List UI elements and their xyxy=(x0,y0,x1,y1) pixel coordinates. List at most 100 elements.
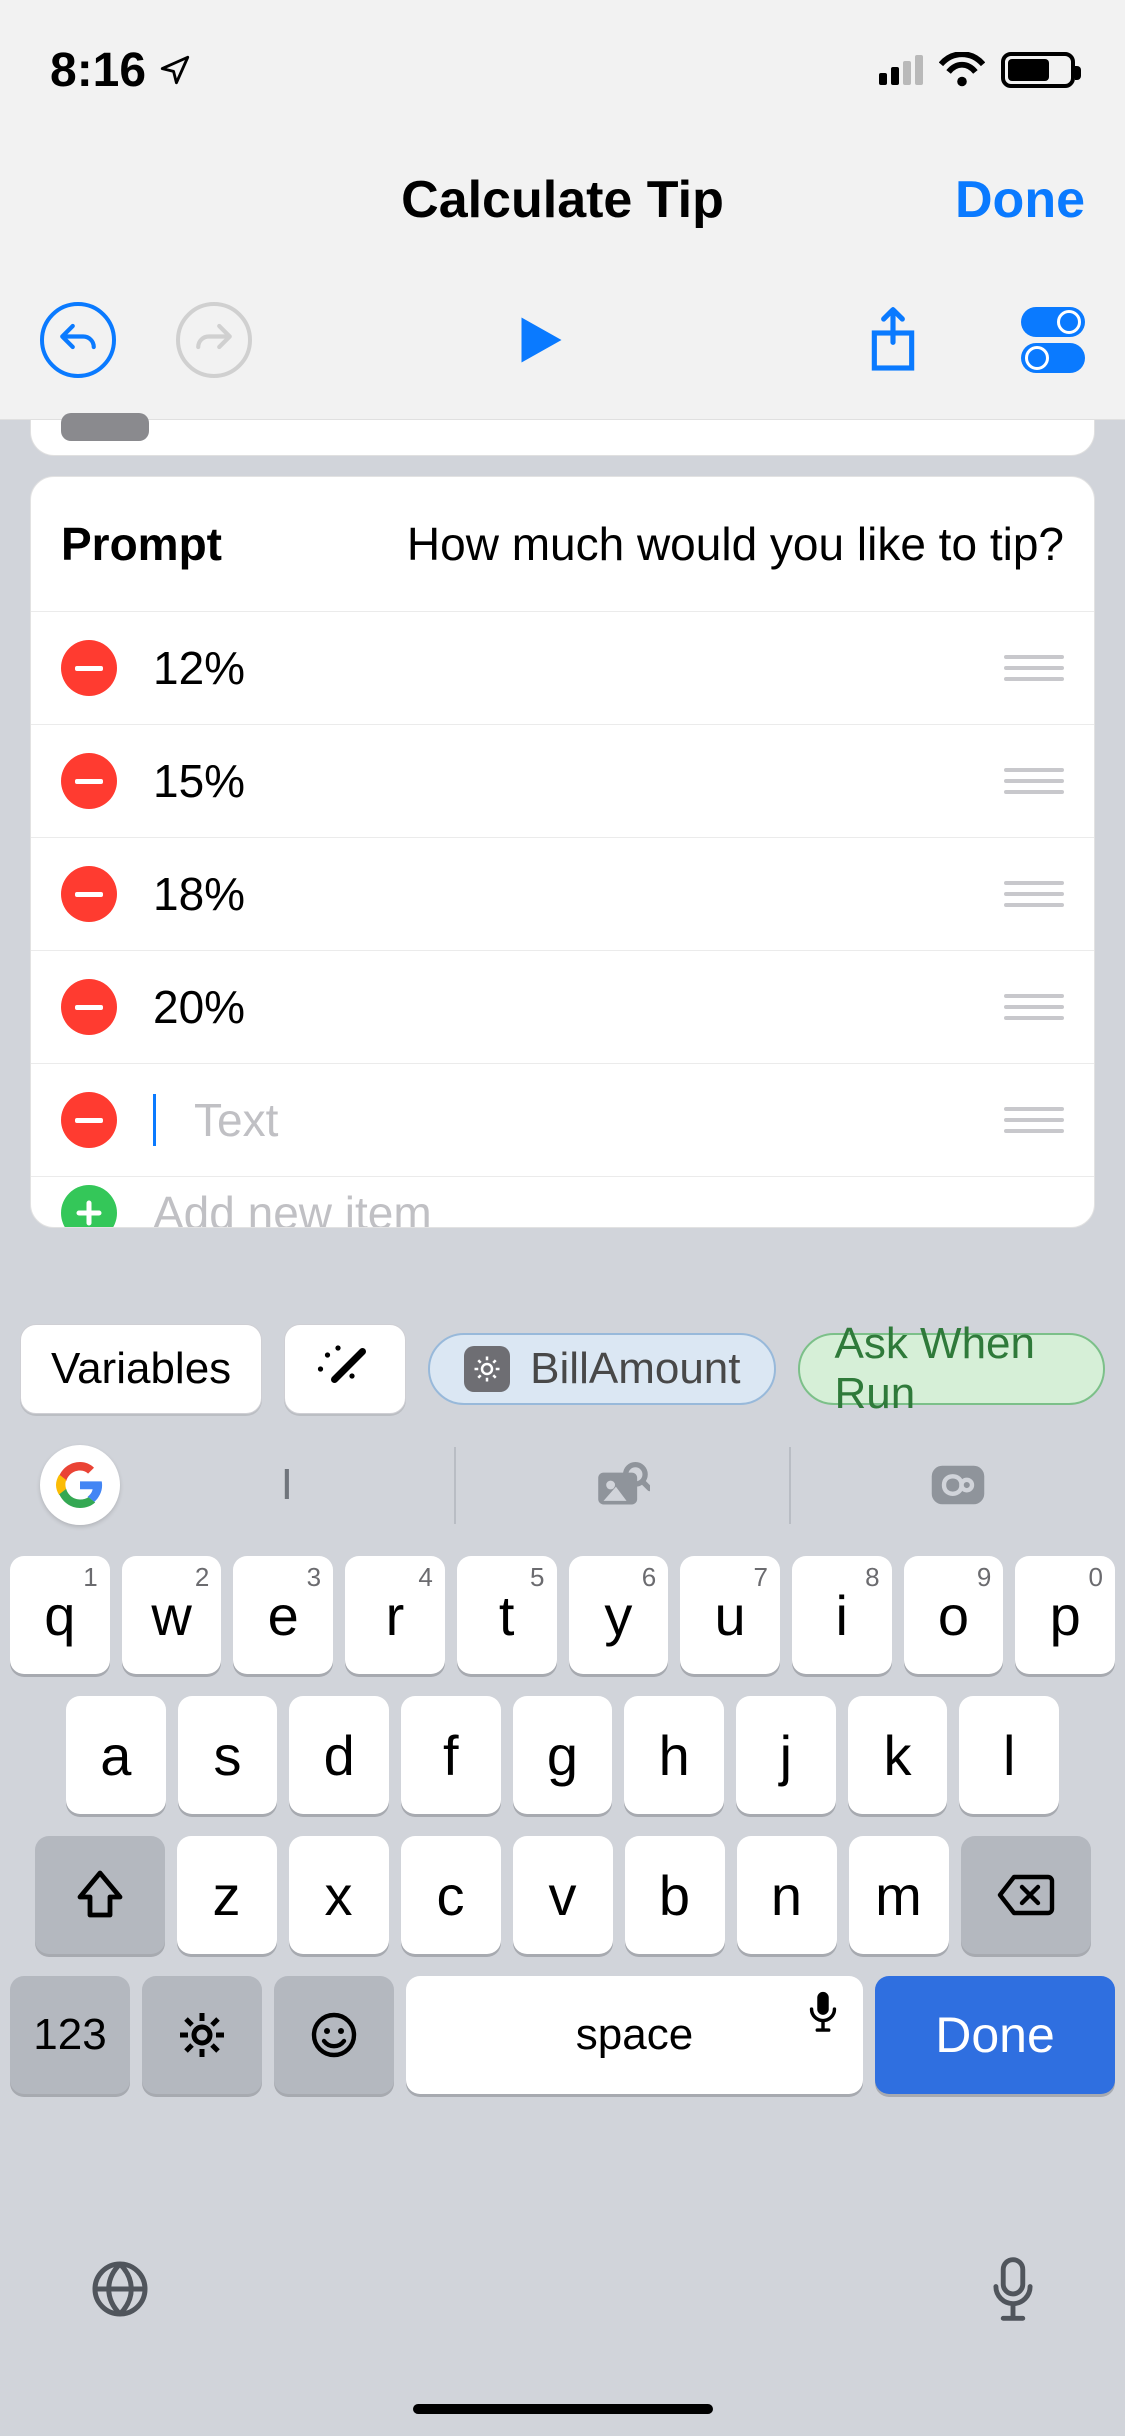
cell-signal-icon xyxy=(879,55,923,85)
toolbar xyxy=(0,260,1125,420)
drag-handle-icon[interactable] xyxy=(1004,994,1064,1020)
settings-button[interactable] xyxy=(1021,307,1085,373)
key-i[interactable]: i8 xyxy=(792,1556,892,1674)
run-button[interactable] xyxy=(509,306,569,374)
dictation-key[interactable] xyxy=(991,2257,1035,2326)
key-a[interactable]: a xyxy=(66,1696,166,1814)
key-o[interactable]: o9 xyxy=(904,1556,1004,1674)
variables-button[interactable]: Variables xyxy=(20,1324,262,1414)
key-g[interactable]: g xyxy=(513,1696,613,1814)
keyboard-settings-key[interactable] xyxy=(142,1976,262,2094)
globe-icon xyxy=(90,2259,150,2319)
delete-button[interactable] xyxy=(61,640,117,696)
image-search-icon xyxy=(596,1462,650,1508)
mic-icon xyxy=(991,2257,1035,2321)
gear-icon xyxy=(464,1346,510,1392)
backspace-icon xyxy=(996,1873,1056,1917)
list-item: 18% xyxy=(31,838,1094,951)
location-icon xyxy=(158,53,192,87)
suggestion-3-gif[interactable] xyxy=(789,1447,1125,1524)
delete-button[interactable] xyxy=(61,979,117,1035)
item-label[interactable]: 20% xyxy=(153,980,245,1034)
keyboard-suggestion-row: I xyxy=(0,1430,1125,1540)
drag-handle-icon[interactable] xyxy=(1004,1107,1064,1133)
item-label[interactable]: 15% xyxy=(153,754,245,808)
new-item-input[interactable] xyxy=(194,1093,968,1147)
list-item-editing xyxy=(31,1064,1094,1177)
home-indicator[interactable] xyxy=(413,2404,713,2414)
drag-handle-icon[interactable] xyxy=(1004,655,1064,681)
key-n[interactable]: n xyxy=(737,1836,837,1954)
status-bar: 8:16 xyxy=(0,0,1125,140)
wifi-icon xyxy=(939,52,985,88)
key-b[interactable]: b xyxy=(625,1836,725,1954)
key-p[interactable]: p0 xyxy=(1015,1556,1115,1674)
add-icon xyxy=(61,1185,117,1227)
gear-icon xyxy=(178,2011,226,2059)
nav-header: Calculate Tip Done xyxy=(0,140,1125,260)
key-u[interactable]: u7 xyxy=(680,1556,780,1674)
shift-key[interactable] xyxy=(35,1836,165,1954)
gif-icon xyxy=(929,1464,987,1506)
key-l[interactable]: l xyxy=(959,1696,1059,1814)
key-e[interactable]: e3 xyxy=(233,1556,333,1674)
list-item: 20% xyxy=(31,951,1094,1064)
key-h[interactable]: h xyxy=(624,1696,724,1814)
suggestion-1[interactable]: I xyxy=(120,1447,454,1524)
wand-icon xyxy=(317,1344,373,1394)
key-c[interactable]: c xyxy=(401,1836,501,1954)
drag-handle-icon[interactable] xyxy=(1004,768,1064,794)
key-f[interactable]: f xyxy=(401,1696,501,1814)
prompt-row[interactable]: Prompt How much would you like to tip? xyxy=(31,477,1094,612)
emoji-key[interactable] xyxy=(274,1976,394,2094)
action-icon xyxy=(61,413,149,441)
emoji-icon xyxy=(310,2011,358,2059)
key-j[interactable]: j xyxy=(736,1696,836,1814)
list-item: 15% xyxy=(31,725,1094,838)
suggestion-2-image-search[interactable] xyxy=(454,1447,790,1524)
previous-action-fragment xyxy=(30,420,1095,456)
content-area: Prompt How much would you like to tip? 1… xyxy=(0,420,1125,1308)
key-y[interactable]: y6 xyxy=(569,1556,669,1674)
drag-handle-icon[interactable] xyxy=(1004,881,1064,907)
share-button[interactable] xyxy=(865,304,921,376)
space-label: space xyxy=(576,2010,693,2060)
key-w[interactable]: w2 xyxy=(122,1556,222,1674)
key-m[interactable]: m xyxy=(849,1836,949,1954)
redo-button[interactable] xyxy=(176,302,252,378)
key-k[interactable]: k xyxy=(848,1696,948,1814)
battery-icon xyxy=(1001,52,1075,88)
key-v[interactable]: v xyxy=(513,1836,613,1954)
variable-pill-billamount[interactable]: BillAmount xyxy=(428,1333,776,1405)
key-x[interactable]: x xyxy=(289,1836,389,1954)
choose-from-list-action: Prompt How much would you like to tip? 1… xyxy=(30,476,1095,1228)
item-label[interactable]: 18% xyxy=(153,867,245,921)
backspace-key[interactable] xyxy=(961,1836,1091,1954)
status-time: 8:16 xyxy=(50,43,146,98)
add-item-label: Add new item xyxy=(153,1186,432,1227)
delete-button[interactable] xyxy=(61,753,117,809)
key-q[interactable]: q1 xyxy=(10,1556,110,1674)
undo-button[interactable] xyxy=(40,302,116,378)
prompt-value: How much would you like to tip? xyxy=(407,517,1064,571)
key-d[interactable]: d xyxy=(289,1696,389,1814)
key-r[interactable]: r4 xyxy=(345,1556,445,1674)
prompt-label: Prompt xyxy=(61,517,222,571)
key-t[interactable]: t5 xyxy=(457,1556,557,1674)
add-item-row[interactable]: Add new item xyxy=(31,1177,1094,1227)
item-label[interactable]: 12% xyxy=(153,641,245,695)
keyboard-done-key[interactable]: Done xyxy=(875,1976,1115,2094)
delete-button[interactable] xyxy=(61,1092,117,1148)
space-key[interactable]: space xyxy=(406,1976,863,2094)
text-cursor xyxy=(153,1094,156,1146)
google-button[interactable] xyxy=(40,1445,120,1525)
delete-button[interactable] xyxy=(61,866,117,922)
key-s[interactable]: s xyxy=(178,1696,278,1814)
globe-key[interactable] xyxy=(90,2259,150,2324)
keyboard: q1w2e3r4t5y6u7i8o9p0 asdfghjkl zxcvbnm 1… xyxy=(0,1540,1125,2436)
done-button[interactable]: Done xyxy=(955,170,1085,230)
variable-pill-ask-when-run[interactable]: Ask When Run xyxy=(798,1333,1105,1405)
magic-variable-button[interactable] xyxy=(284,1324,406,1414)
numbers-key[interactable]: 123 xyxy=(10,1976,130,2094)
key-z[interactable]: z xyxy=(177,1836,277,1954)
